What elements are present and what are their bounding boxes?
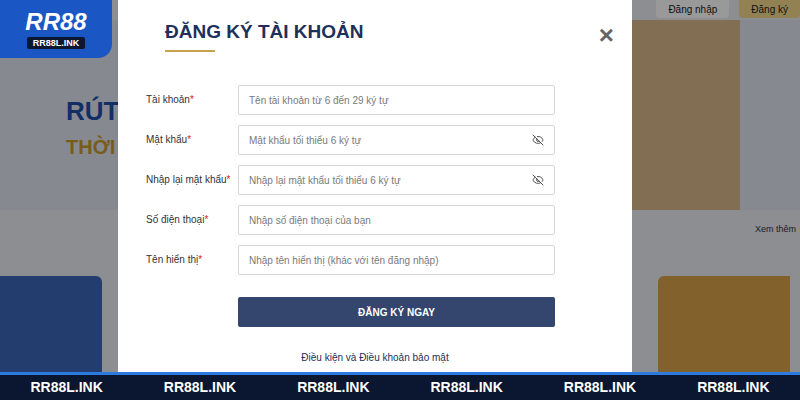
watermark-text: RR88L.INK [667, 375, 800, 400]
eye-off-icon[interactable] [532, 134, 544, 146]
form-row: Số điện thoại* [146, 205, 632, 235]
field-label: Nhập lại mật khẩu* [146, 173, 238, 187]
modal-title: ĐĂNG KÝ TÀI KHOẢN [165, 20, 363, 44]
page: Đăng nhậpĐăng kýRÚTTHỜIXem thêmRR88L.INK… [0, 0, 800, 400]
terms-link[interactable]: Điều kiện và Điều khoản bảo mật [118, 351, 632, 365]
required-mark: * [187, 134, 191, 145]
text-input[interactable] [239, 86, 554, 114]
form-row: Tên hiển thị* [146, 245, 632, 275]
field-box [238, 125, 555, 155]
text-input[interactable] [239, 166, 532, 194]
close-button[interactable]: × [599, 20, 614, 48]
field-box [238, 245, 555, 275]
logo[interactable]: RR88 RR88L.INK [0, 0, 112, 58]
field-label: Mật khẩu* [146, 133, 238, 147]
required-mark: * [190, 94, 194, 105]
modal-header: ĐĂNG KÝ TÀI KHOẢN × [118, 0, 632, 52]
watermark-text: RR88L.INK [267, 375, 400, 400]
field-label: Tên hiển thị* [146, 253, 238, 267]
form-row: Tài khoản* [146, 85, 632, 115]
watermark-text: RR88L.INK [133, 375, 266, 400]
logo-name: RR88 [25, 9, 86, 35]
submit-button[interactable]: ĐĂNG KÝ NGAY [238, 297, 555, 327]
field-label: Tài khoản* [146, 93, 238, 107]
logo-domain: RR88L.INK [27, 37, 86, 49]
field-label: Số điện thoại* [146, 213, 238, 227]
register-form: Tài khoản* Mật khẩu* Nhập lại mật khẩu* Số … [118, 85, 632, 327]
watermark-text: RR88L.INK [533, 375, 666, 400]
text-input[interactable] [239, 126, 532, 154]
field-box [238, 165, 555, 195]
text-input[interactable] [239, 206, 554, 234]
text-input[interactable] [239, 246, 554, 274]
required-mark: * [227, 174, 231, 185]
eye-off-icon[interactable] [532, 174, 544, 186]
watermark-strip: RR88L.INKRR88L.INKRR88L.INKRR88L.INKRR88… [0, 372, 800, 400]
form-row: Mật khẩu* [146, 125, 632, 155]
register-modal: ĐĂNG KÝ TÀI KHOẢN × Tài khoản* Mật khẩu* Nhậ… [118, 0, 632, 372]
title-underline [165, 50, 215, 52]
required-mark: * [204, 214, 208, 225]
watermark-text: RR88L.INK [400, 375, 533, 400]
required-mark: * [198, 254, 202, 265]
watermark-text: RR88L.INK [0, 375, 133, 400]
form-row: Nhập lại mật khẩu* [146, 165, 632, 195]
field-box [238, 205, 555, 235]
field-box [238, 85, 555, 115]
